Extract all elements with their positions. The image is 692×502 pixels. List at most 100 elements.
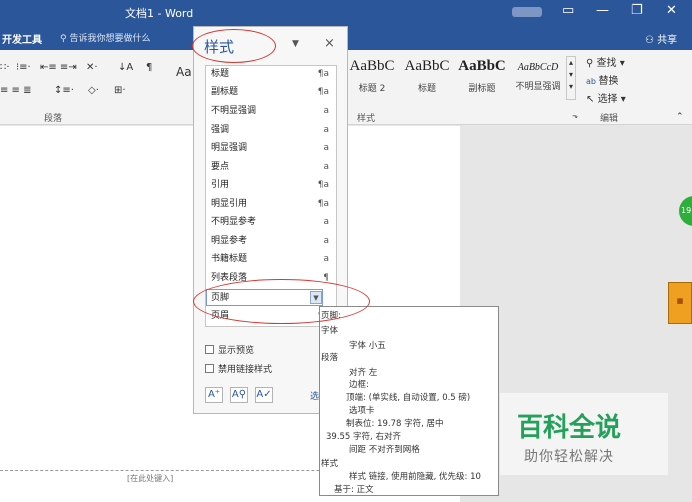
style-type-icon: ¶a: [317, 69, 329, 79]
style-gallery-heading2[interactable]: AaBbC 标题 2: [344, 58, 400, 102]
annotation-oval-title: [192, 29, 276, 63]
asian-layout-button[interactable]: ✕·: [86, 62, 98, 73]
collapse-ribbon-icon[interactable]: ⌃: [676, 112, 684, 122]
style-type-icon: ¶a: [317, 199, 329, 209]
sort-button[interactable]: ↓A: [118, 62, 133, 73]
show-preview-checkbox[interactable]: 显示预览: [205, 343, 254, 356]
style-inspector-icon[interactable]: A⚲: [230, 387, 248, 403]
style-item-label: 不明显参考: [211, 217, 257, 227]
style-sample: AaBbC: [458, 58, 506, 74]
select-label: 选择: [597, 94, 618, 105]
side-widget-icon[interactable]: ▦: [668, 282, 692, 324]
indent-buttons[interactable]: ⇤≡ ≡⇥: [40, 62, 77, 73]
style-item-label: 副标题: [211, 87, 239, 97]
style-type-icon: a: [323, 106, 329, 116]
gallery-scroll-buttons[interactable]: ▴ ▾ ▾: [566, 56, 576, 100]
style-item-book-title[interactable]: 书籍标题 a: [211, 251, 329, 268]
style-name: 副标题: [468, 84, 496, 94]
style-gallery-title[interactable]: AaBbC 标题: [400, 58, 454, 102]
style-item-subtitle[interactable]: 副标题 ¶a: [211, 84, 329, 101]
share-label: 共享: [657, 35, 678, 46]
style-sample: AaBbC: [404, 58, 450, 74]
tooltip-style-detail: 样式 链接, 使用前隐藏, 优先级: 10: [349, 472, 481, 482]
find-label: 查找: [596, 58, 617, 69]
tooltip-tabs-heading: 选项卡: [349, 406, 375, 416]
watermark-logo: 百科全说 助你轻松解决: [500, 393, 668, 475]
bullets-button[interactable]: ∷·: [0, 62, 10, 73]
style-type-icon: a: [323, 236, 329, 246]
share-button[interactable]: ⚇ 共享: [645, 31, 677, 46]
select-button[interactable]: ↖ 选择 ▾: [586, 90, 626, 105]
style-item-label: 明显强调: [211, 143, 248, 153]
close-window-button[interactable]: ✕: [666, 3, 677, 18]
styles-group-label: 样式: [357, 114, 376, 124]
tooltip-paragraph-heading: 段落: [321, 353, 339, 363]
disable-linked-label: 禁用链接样式: [218, 365, 273, 375]
ribbon-display-options-button[interactable]: ▭: [562, 3, 574, 18]
style-name: 标题: [417, 84, 436, 94]
style-item-intense-quote[interactable]: 明显引用 ¶a: [211, 196, 329, 213]
checkbox-box: [205, 345, 214, 354]
editing-group-label: 编辑: [600, 114, 619, 124]
style-item-title[interactable]: 标题 ¶a: [211, 66, 329, 83]
style-item-subtle-emphasis[interactable]: 不明显强调 a: [211, 103, 329, 120]
replace-button[interactable]: ab 替换: [586, 72, 619, 87]
line-spacing-button[interactable]: ↕≡·: [54, 85, 74, 96]
style-type-icon: ¶a: [317, 180, 329, 190]
watermark-title: 百科全说: [517, 413, 622, 443]
tooltip-border: 边框:: [349, 380, 369, 390]
user-account[interactable]: [512, 7, 542, 17]
options-link[interactable]: 选: [310, 389, 319, 402]
close-icon[interactable]: ×: [324, 36, 335, 51]
style-item-intense-reference[interactable]: 明显参考 a: [211, 233, 329, 250]
style-type-icon: ¶a: [317, 87, 329, 97]
disable-linked-styles-checkbox[interactable]: 禁用链接样式: [205, 362, 272, 375]
style-item-quote[interactable]: 引用 ¶a: [211, 177, 329, 194]
style-normal-partial[interactable]: Aa: [176, 65, 192, 79]
tooltip-spacing: 间距 不对齐到网格: [349, 445, 420, 455]
tell-me-label: 告诉我你想要做什么: [69, 34, 151, 44]
tooltip-alignment: 对齐 左: [349, 368, 378, 378]
new-style-icon[interactable]: A⁺: [205, 387, 223, 403]
pane-options-dropdown-icon[interactable]: ▼: [292, 39, 299, 49]
style-item-label: 不明显强调: [211, 106, 257, 116]
style-type-icon: a: [323, 125, 329, 135]
borders-button[interactable]: ⊞·: [114, 85, 126, 96]
tooltip-font-heading: 字体: [321, 326, 339, 336]
shading-button[interactable]: ◇·: [88, 85, 99, 96]
window-title: 文档1 - Word: [125, 7, 194, 20]
replace-icon: ab: [586, 77, 599, 86]
footer-placeholder[interactable]: [在此处键入]: [127, 473, 173, 484]
manage-styles-icon[interactable]: A✓: [255, 387, 273, 403]
style-item-label: 书籍标题: [211, 254, 248, 264]
style-gallery-subtitle[interactable]: AaBbC 副标题: [454, 58, 510, 102]
style-item-label: 要点: [211, 162, 230, 172]
style-item-intense-emphasis[interactable]: 明显强调 a: [211, 140, 329, 157]
style-type-icon: a: [323, 162, 329, 172]
tell-me-box[interactable]: ⚲ 告诉我你想要做什么: [60, 31, 150, 44]
tooltip-tab-center: 制表位: 19.78 字符, 居中: [346, 419, 444, 429]
style-type-icon: a: [323, 217, 329, 227]
find-button[interactable]: ⚲ 查找 ▾: [586, 54, 625, 69]
style-sample: AaBbCcD: [517, 62, 559, 73]
minimize-button[interactable]: —: [596, 3, 609, 18]
style-item-strong[interactable]: 要点 a: [211, 159, 329, 176]
style-name: 标题 2: [358, 84, 386, 94]
style-gallery-subtle-emphasis[interactable]: AaBbCcD 不明显强调: [510, 58, 566, 102]
tooltip-border-detail: 顶端: (单实线, 自动设置, 0.5 磅): [346, 393, 471, 403]
style-item-subtle-reference[interactable]: 不明显参考 a: [211, 214, 329, 231]
style-sample: AaBbC: [349, 58, 395, 74]
annotation-oval-footer: [193, 279, 370, 324]
style-name: 不明显强调: [515, 82, 561, 92]
multilevel-list-button[interactable]: ⁝≡·: [16, 62, 31, 73]
style-item-label: 标题: [211, 69, 230, 79]
style-type-icon: a: [323, 143, 329, 153]
tab-developer[interactable]: 开发工具: [2, 31, 42, 46]
tooltip-style-heading: 样式: [321, 459, 339, 469]
restore-button[interactable]: ❐: [631, 3, 643, 18]
alignment-buttons[interactable]: ≡ ≡ ≣: [0, 85, 32, 96]
style-item-emphasis[interactable]: 强调 a: [211, 122, 329, 139]
show-marks-button[interactable]: ¶: [146, 62, 152, 73]
style-tooltip: 页脚: 字体 字体 小五 段落 对齐 左 边框: 顶端: (单实线, 自动设置,…: [319, 306, 499, 496]
styles-dialog-launcher[interactable]: ⬎: [572, 112, 578, 120]
